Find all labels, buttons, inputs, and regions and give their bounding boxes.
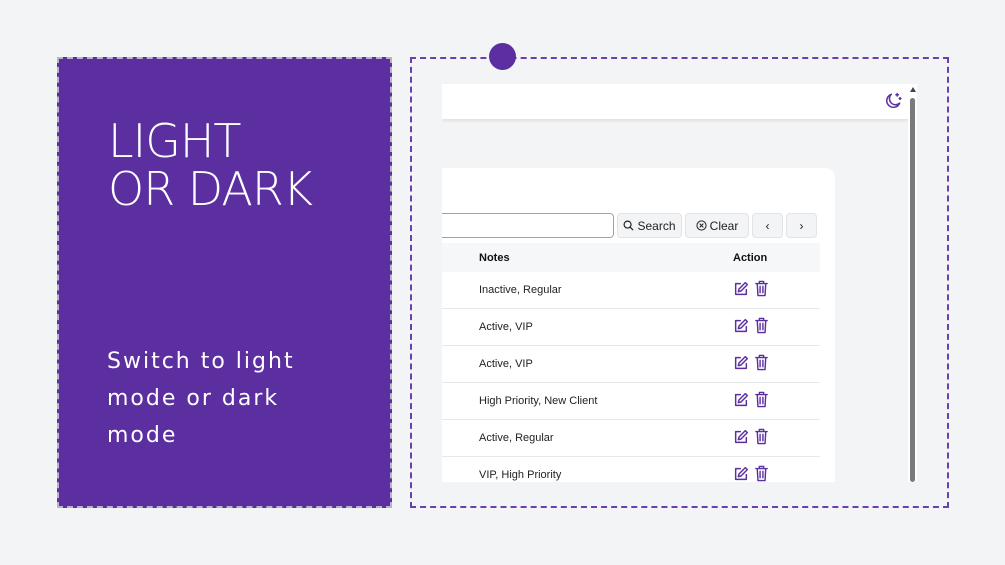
promo-title: Light or Dark [108, 117, 378, 213]
scrollbar-thumb[interactable] [910, 98, 915, 482]
promo-panel: Light or Dark Switch to light mode or da… [57, 57, 392, 508]
row-notes: Active, Regular [479, 432, 554, 444]
search-input[interactable] [442, 213, 614, 238]
scroll-up-arrow[interactable] [910, 87, 916, 92]
table-row: VIP, High Priority [442, 457, 820, 482]
search-button[interactable]: Search [617, 213, 682, 238]
row-notes: High Priority, New Client [479, 395, 598, 407]
chevron-left-icon: ‹ [765, 218, 770, 233]
trash-icon[interactable] [754, 354, 769, 371]
trash-icon[interactable] [754, 428, 769, 445]
trash-icon[interactable] [754, 465, 769, 482]
promo-description: Switch to light mode or dark mode [107, 349, 295, 448]
next-page-button[interactable]: › [786, 213, 817, 238]
app-screenshot: Search Clear ‹ › Notes Action Inactive, … [442, 84, 917, 482]
prev-page-button[interactable]: ‹ [752, 213, 783, 238]
edit-icon[interactable] [733, 355, 749, 371]
row-notes: Active, VIP [479, 321, 533, 333]
table-row: Active, VIP [442, 346, 820, 383]
table-row: Inactive, Regular [442, 272, 820, 309]
edit-icon[interactable] [733, 429, 749, 445]
row-notes: Inactive, Regular [479, 284, 562, 296]
search-button-label: Search [637, 218, 676, 233]
table-header: Notes Action [442, 243, 820, 272]
search-icon [623, 220, 634, 231]
trash-icon[interactable] [754, 317, 769, 334]
row-notes: Active, VIP [479, 358, 533, 370]
trash-icon[interactable] [754, 280, 769, 297]
promo-title-line1: Light [108, 114, 242, 168]
clear-button-label: Clear [709, 218, 739, 233]
table-row: Active, Regular [442, 420, 820, 457]
column-header-action: Action [733, 252, 768, 264]
table-row: Active, VIP [442, 309, 820, 346]
top-bar [442, 84, 910, 119]
clear-button[interactable]: Clear [685, 213, 749, 238]
edit-icon[interactable] [733, 466, 749, 482]
frame-handle-dot [489, 43, 516, 70]
table-card: Search Clear ‹ › Notes Action Inactive, … [442, 168, 835, 482]
clear-circle-icon [696, 220, 707, 231]
chevron-right-icon: › [799, 218, 804, 233]
edit-icon[interactable] [733, 392, 749, 408]
column-header-notes[interactable]: Notes [479, 252, 510, 264]
table-body: Inactive, Regular Active, VIP Active, VI… [442, 272, 820, 482]
table-row: High Priority, New Client [442, 383, 820, 420]
edit-icon[interactable] [733, 281, 749, 297]
edit-icon[interactable] [733, 318, 749, 334]
row-notes: VIP, High Priority [479, 469, 562, 481]
moon-stars-icon[interactable] [883, 91, 903, 111]
promo-title-line2: or Dark [108, 162, 313, 216]
trash-icon[interactable] [754, 391, 769, 408]
